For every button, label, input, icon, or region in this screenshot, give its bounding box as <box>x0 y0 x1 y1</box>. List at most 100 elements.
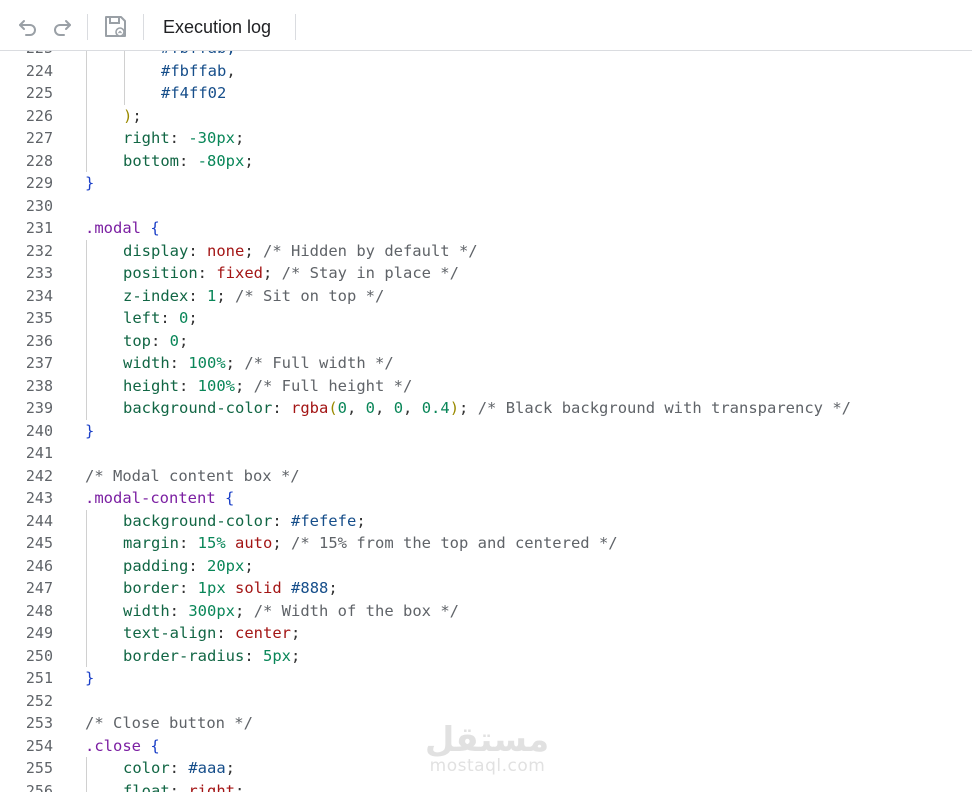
indent-guide <box>86 779 87 792</box>
code-token: /* 15% from the top and centered */ <box>291 534 618 552</box>
code-token: /* Width of the box */ <box>253 601 459 620</box>
line-number: 244 <box>25 511 53 530</box>
code-text: padding: 20px; <box>123 555 254 578</box>
code-token: 20px <box>207 556 245 575</box>
indent-guide <box>86 374 87 397</box>
code-text: /* Modal content box */ <box>85 465 300 488</box>
code-token: 1 <box>207 286 217 305</box>
indent-guide <box>86 622 87 645</box>
code-line: 229} <box>0 172 972 195</box>
code-token: , <box>375 399 394 417</box>
indent-guide <box>86 599 87 622</box>
code-text: background-color: rgba(0, 0, 0, 0.4); /*… <box>123 397 851 420</box>
code-token: ; <box>244 241 263 260</box>
code-text: left: 0; <box>123 307 198 330</box>
line-number: 254 <box>25 736 53 755</box>
save-icon <box>105 16 126 37</box>
code-line: 238 height: 100%; /* Full height */ <box>0 374 972 397</box>
code-token: -30px <box>188 129 236 147</box>
code-token: ; <box>225 759 236 777</box>
indent-guide <box>86 307 87 330</box>
toolbar-divider <box>143 14 144 40</box>
code-token: : <box>197 264 217 282</box>
code-token: ; <box>272 534 292 552</box>
line-number: 238 <box>25 376 53 395</box>
code-editor[interactable]: 223#fbffab,224#fbffab,225#f4ff02226);227… <box>0 51 972 792</box>
indent-guide <box>86 509 87 532</box>
code-token: /* Close button */ <box>85 714 253 732</box>
code-text: } <box>85 420 94 443</box>
code-line: 225 #f4ff02 <box>0 82 972 105</box>
code-token: : <box>188 556 207 575</box>
code-token: #888 <box>291 579 329 597</box>
toolbar-divider <box>295 14 296 40</box>
line-number: 241 <box>25 444 53 462</box>
code-text: .modal-content { <box>85 487 234 510</box>
code-token: /* Black background with transparency */ <box>477 399 851 417</box>
code-text: border: 1px solid #888; <box>123 577 338 600</box>
redo-button[interactable] <box>50 14 74 38</box>
code-text: } <box>85 172 94 195</box>
code-token: position <box>123 264 198 282</box>
code-text: position: fixed; /* Stay in place */ <box>123 262 459 285</box>
code-text: /* Close button */ <box>85 712 253 735</box>
code-token: : <box>169 781 189 792</box>
code-token: 0 <box>179 309 189 327</box>
code-token: solid <box>235 579 282 597</box>
line-number: 242 <box>25 466 53 485</box>
editor-toolbar: Execution log <box>0 0 972 51</box>
code-text: } <box>85 667 94 690</box>
line-number: 256 <box>25 781 53 792</box>
undo-button[interactable] <box>16 14 40 38</box>
code-text: border-radius: 5px; <box>123 645 300 668</box>
indent-guide <box>86 397 87 420</box>
code-token: { <box>225 489 235 507</box>
indent-guide <box>86 644 87 667</box>
code-token: 0 <box>393 399 404 417</box>
line-number: 250 <box>25 646 53 665</box>
code-token: 0.4 <box>421 399 450 417</box>
code-token: : <box>244 646 263 665</box>
code-token: : <box>179 376 198 395</box>
indent-guide <box>86 352 87 375</box>
code-token: ; <box>244 151 254 170</box>
line-number: 223 <box>0 51 53 60</box>
code-token: : <box>169 129 189 147</box>
code-text: #f4ff02 <box>161 82 226 105</box>
code-token: left <box>123 309 161 327</box>
code-token: ; <box>263 264 282 282</box>
code-token: text-align <box>123 624 217 642</box>
code-token: /* Stay in place */ <box>281 264 459 282</box>
code-token: ( <box>328 399 338 417</box>
code-token: : <box>188 241 207 260</box>
code-text: text-align: center; <box>123 622 300 645</box>
execution-log-button[interactable]: Execution log <box>163 16 271 38</box>
redo-icon <box>54 20 71 36</box>
code-token: right <box>123 129 170 147</box>
code-line: 233 position: fixed; /* Stay in place */ <box>0 262 972 285</box>
code-token: margin <box>123 534 179 552</box>
line-number: 247 <box>25 579 53 597</box>
indent-guide <box>86 329 87 352</box>
line-number: 246 <box>25 556 53 575</box>
code-token: ; <box>225 354 245 372</box>
code-token: -80px <box>197 151 245 170</box>
code-token: 5px <box>263 646 291 665</box>
code-token: , <box>226 61 236 80</box>
code-text: top: 0; <box>123 330 188 353</box>
code-token: : <box>272 511 291 530</box>
code-line: 254 .close { <box>0 735 972 758</box>
code-line: 240} <box>0 420 972 443</box>
code-token: z-index <box>123 286 189 305</box>
indent-guide <box>86 82 87 105</box>
code-token: { <box>150 219 160 237</box>
code-token: /* Sit on top */ <box>235 286 385 305</box>
save-button[interactable] <box>103 14 127 38</box>
code-line: 247 border: 1px solid #888; <box>0 577 972 600</box>
code-token: ; <box>235 781 245 792</box>
code-line: 256 float: right; <box>0 779 972 792</box>
code-line: 241 <box>0 442 972 465</box>
